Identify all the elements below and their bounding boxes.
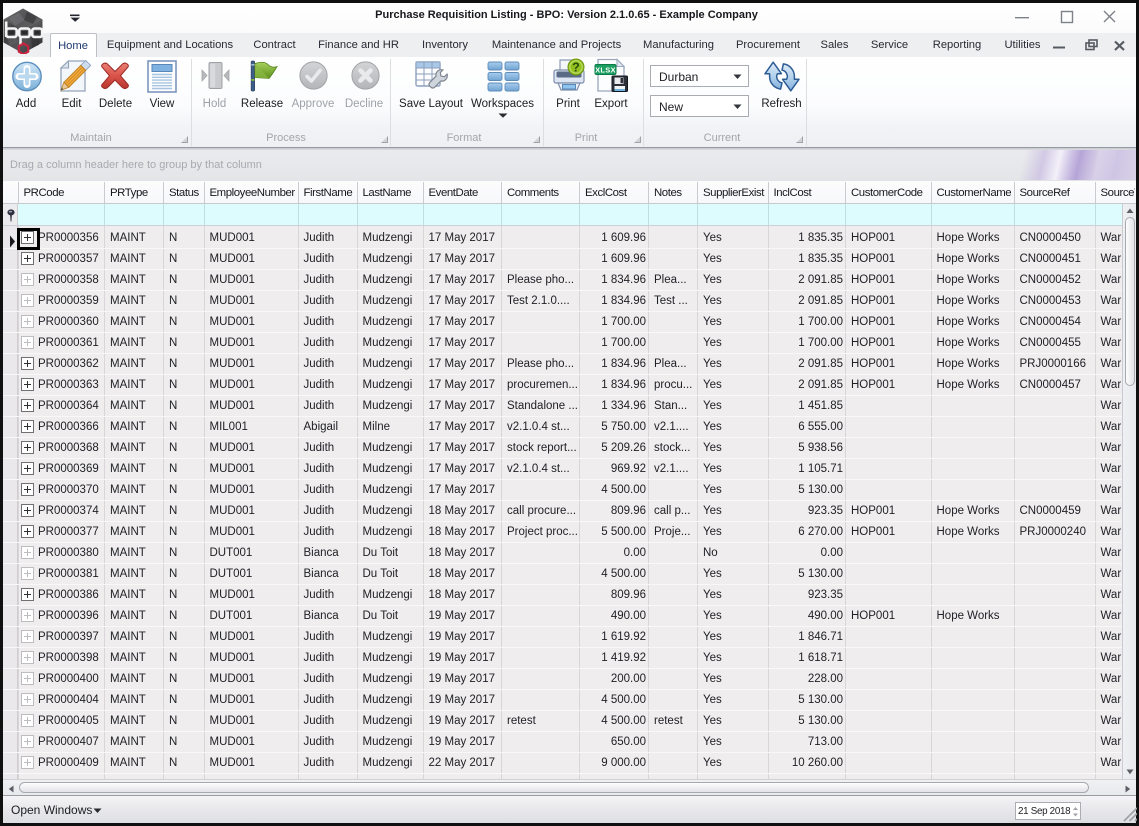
svg-text:XLSX: XLSX	[595, 65, 616, 74]
svg-text:?: ?	[572, 60, 580, 74]
